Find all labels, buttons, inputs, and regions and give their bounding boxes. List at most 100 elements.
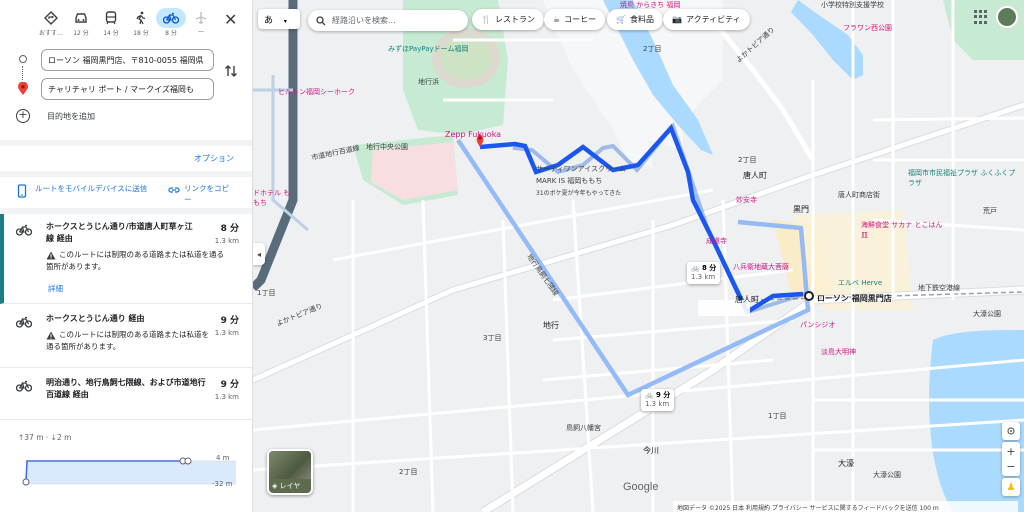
route-time: 9 分 — [220, 380, 239, 390]
map-graphics — [253, 0, 1024, 512]
map-label: 小学校特別支援学校 — [821, 1, 884, 9]
chip-label: レストラン — [494, 15, 535, 24]
mode-best-label: おすす… — [38, 30, 63, 37]
bike-icon: 🚲 — [645, 391, 654, 399]
options-button[interactable]: オプション — [194, 153, 234, 164]
map-label: 2丁目 — [643, 45, 662, 53]
mode-car-label: 12 分 — [73, 30, 89, 37]
zoom-controls: + − — [1002, 442, 1020, 476]
mode-bike[interactable]: 8 分 — [156, 8, 186, 37]
zoom-in-button[interactable]: + — [1006, 444, 1015, 459]
map-label: 唐人町 — [735, 295, 759, 304]
divider — [0, 140, 252, 146]
close-icon[interactable]: ✕ — [224, 10, 237, 29]
link-icon — [168, 187, 180, 193]
map-label: 今川 — [643, 446, 659, 455]
map-label: 3丁目 — [483, 334, 502, 342]
pegman-icon[interactable]: ♟ — [1002, 478, 1020, 496]
chip-label: コーヒー — [564, 15, 597, 24]
map-label: 海鮮食堂 サカナ とこはん 皿 — [861, 221, 943, 239]
coffee-icon: ☕ — [553, 15, 561, 24]
map-label: 地行浜 — [418, 78, 439, 86]
origin-label[interactable]: ローソン 福岡黒門店 — [817, 293, 892, 304]
bike-icon — [16, 316, 32, 328]
restaurant-icon: 🍴 — [481, 15, 491, 24]
route-warning: このルートには制限のある道路または私道を通る箇所があります。 — [46, 250, 224, 271]
map-label: MARK IS 福岡ももち — [536, 177, 603, 185]
route-connector — [22, 66, 24, 80]
map-label: 福岡市市民福祉プラザ ふくふくプラザ — [908, 169, 1016, 187]
avatar[interactable] — [996, 6, 1018, 28]
map-label: 成道寺 — [706, 237, 727, 245]
chip-grocery[interactable]: 🛒 食料品 — [607, 9, 663, 30]
route-option-2[interactable]: ホークスとうじん通り 経由 9 分 1.3 km このルートには制限のある道路ま… — [0, 305, 252, 368]
map-label: ドホテル ももち — [253, 189, 291, 207]
map-label: 荒戸 — [983, 207, 997, 215]
input-mode-button[interactable]: あ ▾ — [258, 9, 300, 29]
chip-activity[interactable]: 📷 アクティビティ — [663, 9, 750, 30]
layers-button[interactable]: ◈ レイヤ — [267, 449, 313, 495]
elevation-chart — [22, 457, 236, 486]
mode-best[interactable]: おすす… — [36, 8, 66, 37]
route-time: 8 分 — [220, 224, 239, 234]
map-label: エルベ Herve — [838, 279, 883, 287]
mode-walk[interactable]: 18 分 — [126, 8, 156, 37]
map-label: 唐人町 — [743, 171, 767, 180]
zoom-out-button[interactable]: − — [1006, 459, 1015, 474]
destination-input[interactable]: チャリチャリ ポート / マークイズ福岡も — [41, 78, 214, 100]
route-distance: 1.3 km — [214, 329, 239, 337]
chip-label: 食料品 — [629, 15, 654, 24]
route-title: ホークスとうじん通り/市道唐人町草ヶ江線 経由 — [46, 222, 193, 243]
mode-transit-label: 14 分 — [103, 30, 119, 37]
collapse-panel-button[interactable]: ◂ — [253, 243, 265, 265]
mode-bike-label: 8 分 — [165, 30, 177, 37]
elevation-bottom-label: -32 m — [212, 480, 233, 488]
mobile-device-icon — [17, 184, 27, 198]
dropdown-arrow-icon: ▾ — [283, 18, 287, 25]
map-label: 大濠公園 — [973, 310, 1001, 318]
mode-transit[interactable]: 14 分 — [96, 8, 126, 37]
apps-grid-icon[interactable] — [974, 10, 988, 24]
map-label: 2丁目 — [738, 156, 757, 164]
route-box-dist: 1.3 km — [645, 400, 670, 408]
map-label: 妙安寺 — [736, 196, 757, 204]
swap-icon[interactable] — [224, 64, 238, 78]
send-to-device-link[interactable]: ルートをモバイルデバイスに送信 — [35, 183, 153, 194]
chip-restaurant[interactable]: 🍴 レストラン — [472, 9, 544, 30]
mode-car[interactable]: 12 分 — [66, 8, 96, 37]
map-footer: 地図データ ©2025 日本 利用規約 プライバシー サービスに関するフィードバ… — [673, 501, 1018, 512]
bike-icon — [16, 380, 32, 392]
bike-icon: 🚲 — [691, 264, 700, 272]
origin-dot-icon — [19, 55, 27, 63]
mode-flight[interactable]: — — [186, 8, 216, 35]
my-location-button[interactable] — [1002, 422, 1020, 440]
directions-panel: おすす… 12 分 14 分 18 分 8 分 — ✕ ローソン 福岡黒門店、〒… — [0, 0, 253, 512]
map-label: 大濠公園 — [873, 471, 901, 479]
chip-label: アクティビティ — [685, 15, 741, 24]
add-destination-label[interactable]: 目的地を追加 — [47, 111, 95, 122]
map-canvas[interactable]: あ ▾ 経路沿いを検索... 🍴 レストラン ☕ コーヒー 🛒 食料品 📷 アクティビテ… — [253, 0, 1024, 512]
map-label: 八兵衛地蔵大菩薩 — [733, 263, 789, 271]
map-label: 焼鳥 からきち 福岡 — [620, 1, 681, 9]
chip-coffee[interactable]: ☕ コーヒー — [544, 9, 606, 30]
search-placeholder: 経路沿いを検索... — [332, 16, 396, 25]
route-option-3[interactable]: 明治通り、地行鳥飼七隈線、および市道地行百道線 経由 9 分 1.3 km — [0, 369, 252, 420]
layers-label: レイヤ — [279, 482, 301, 490]
map-label: 1丁目 — [257, 289, 276, 297]
map-label: フラワン西公園 — [843, 24, 892, 32]
search-along-route[interactable]: 経路沿いを検索... — [308, 10, 468, 31]
route-warning: このルートには制限のある道路または私道を通る箇所があります。 — [46, 330, 209, 351]
route-time-box-1[interactable]: 🚲 8 分 1.3 km — [687, 262, 721, 284]
add-destination-icon[interactable]: + — [16, 109, 30, 123]
origin-input[interactable]: ローソン 福岡黒門店、〒810-0055 福岡県 — [41, 49, 214, 71]
details-link[interactable]: 詳細 — [48, 283, 63, 294]
map-label: ヒルトン福岡シーホーク — [278, 88, 355, 96]
map-label: 1丁目 — [768, 412, 787, 420]
map-label: 地行中央公園 — [366, 143, 408, 151]
route-option-1[interactable]: ホークスとうじん通り/市道唐人町草ヶ江線 経由 8 分 1.3 km このルート… — [0, 214, 252, 304]
map-label: パンシジオ — [800, 321, 836, 329]
route-time-box-2[interactable]: 🚲 9 分 1.3 km — [641, 389, 675, 411]
copy-link[interactable]: リンクをコピー — [184, 183, 234, 205]
location-target-icon — [1007, 427, 1015, 435]
input-mode-label: あ — [264, 16, 274, 26]
